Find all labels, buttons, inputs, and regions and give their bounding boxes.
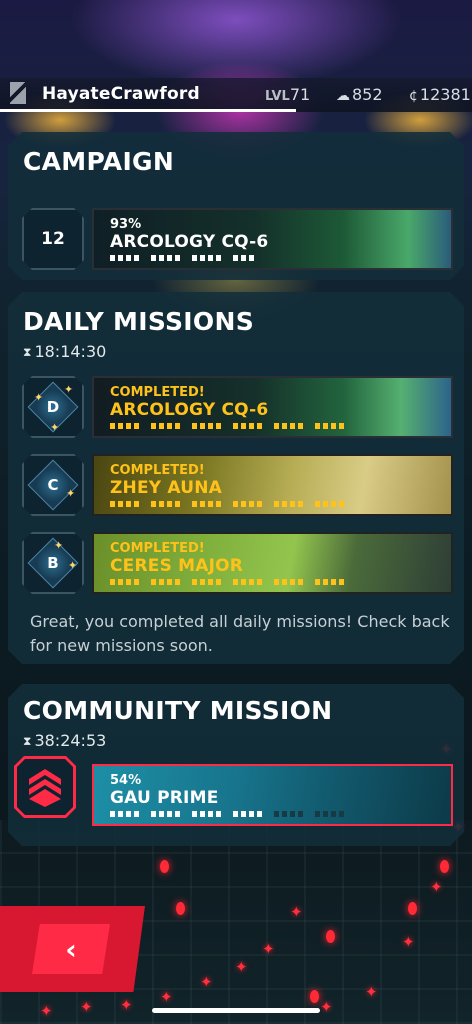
enemy-marker-icon: ✦: [290, 903, 303, 921]
chapter-number: 12: [41, 229, 65, 249]
enemy-marker-icon: ✦: [120, 996, 133, 1014]
chevron-left-icon: ‹: [65, 932, 77, 966]
mission-name: ZHEY AUNA: [110, 478, 223, 498]
daily-timer: ⧗ 18:14:30: [23, 342, 106, 361]
grade-letter: B: [47, 554, 59, 572]
community-badge-inner: [17, 759, 73, 815]
sparkle-icon: ✦: [50, 421, 60, 434]
mission-name: ARCOLOGY CQ-6: [110, 232, 269, 252]
grade-badge-d: D ✦ ✦ ✦: [22, 376, 84, 438]
community-mission-card[interactable]: 54% GAU PRIME: [92, 764, 453, 826]
rank-chevrons-icon: [17, 759, 73, 815]
enemy-dot-icon: [326, 930, 335, 943]
community-mission-panel: COMMUNITY MISSION ⧗ 38:24:53 54% GAU PRIM…: [8, 684, 464, 846]
campaign-title: CAMPAIGN: [23, 147, 175, 176]
mission-segment-bar: [110, 579, 344, 585]
community-timer-value: 38:24:53: [34, 731, 107, 750]
enemy-marker-icon: ✦: [320, 998, 333, 1016]
grade-badge-b: B ✦ ✦: [22, 532, 84, 594]
community-mission-badge: [14, 756, 76, 818]
enemy-marker-icon: ✦: [402, 933, 415, 951]
sparkle-icon: ✦: [66, 487, 76, 500]
back-button-face[interactable]: ‹: [32, 924, 110, 974]
credits-value: 12381: [419, 85, 471, 104]
level-value: 71: [289, 85, 311, 104]
enemy-dot-icon: [176, 902, 185, 915]
community-mission-title: COMMUNITY MISSION: [23, 696, 333, 725]
sparkle-icon: ✦: [64, 383, 74, 396]
mission-segment-bar: [110, 255, 254, 261]
mission-name: ARCOLOGY CQ-6: [110, 400, 269, 420]
community-timer: ⧗ 38:24:53: [23, 731, 106, 750]
resource-value: 852: [352, 85, 383, 104]
grade-letter: D: [46, 398, 60, 416]
enemy-dot-icon: [160, 860, 169, 873]
daily-mission-card[interactable]: COMPLETED! ARCOLOGY CQ-6: [92, 376, 453, 438]
daily-missions-panel: DAILY MISSIONS ⧗ 18:14:30 D ✦ ✦ ✦ COMPLET…: [8, 292, 464, 664]
campaign-chapter-badge: 12: [22, 208, 84, 270]
xp-progress-line: [0, 109, 296, 112]
level-label: LVL: [265, 89, 290, 104]
enemy-dot-icon: [440, 860, 449, 873]
player-username[interactable]: HayateCrawford: [42, 84, 200, 104]
credits-counter: ¢ 12381: [409, 85, 471, 104]
daily-mission-card[interactable]: COMPLETED! ZHEY AUNA: [92, 454, 453, 516]
rock-resource-icon: ☁: [336, 88, 350, 104]
enemy-marker-icon: ✦: [430, 878, 443, 896]
mission-status: COMPLETED!: [110, 541, 205, 556]
player-top-bar: HayateCrawford LVL71 ☁ 852 ¢ 12381: [0, 78, 472, 112]
enemy-dot-icon: [408, 902, 417, 915]
resource-counter: ☁ 852: [336, 85, 383, 104]
hourglass-icon: ⧗: [23, 345, 32, 359]
enemy-marker-icon: ✦: [40, 1002, 53, 1020]
campaign-mission-card[interactable]: 93% ARCOLOGY CQ-6: [92, 208, 453, 270]
mission-segment-bar: [110, 423, 344, 429]
daily-mission-card[interactable]: COMPLETED! CERES MAJOR: [92, 532, 453, 594]
enemy-marker-icon: ✦: [160, 988, 173, 1006]
sparkle-icon: ✦: [68, 559, 78, 572]
campaign-panel: CAMPAIGN 12 93% ARCOLOGY CQ-6: [8, 132, 464, 280]
mission-status: COMPLETED!: [110, 385, 205, 400]
mission-segment-bar: [110, 501, 344, 507]
grade-badge-c: C ✦: [22, 454, 84, 516]
mission-name: GAU PRIME: [110, 788, 219, 808]
enemy-marker-icon: ✦: [200, 973, 213, 991]
mission-status: COMPLETED!: [110, 463, 205, 478]
mission-progress: 54%: [110, 773, 142, 788]
hourglass-icon: ⧗: [23, 734, 32, 748]
grade-letter: C: [47, 476, 59, 494]
player-level: LVL71: [265, 85, 310, 104]
enemy-marker-icon: ✦: [365, 983, 378, 1001]
mission-progress: 93%: [110, 217, 142, 232]
enemy-marker-icon: ✦: [262, 940, 275, 958]
enemy-marker-icon: ✦: [80, 998, 93, 1016]
credit-currency-icon: ¢: [409, 88, 418, 104]
mission-name: CERES MAJOR: [110, 556, 244, 576]
back-button[interactable]: ‹: [0, 906, 145, 992]
slash-logo-icon: [10, 82, 26, 104]
enemy-dot-icon: [310, 990, 319, 1003]
enemy-marker-icon: ✦: [235, 958, 248, 976]
daily-missions-title: DAILY MISSIONS: [23, 307, 254, 336]
mission-segment-bar: [110, 811, 344, 817]
sparkle-icon: ✦: [34, 391, 44, 404]
daily-complete-message: Great, you completed all daily missions!…: [30, 612, 450, 655]
daily-timer-value: 18:14:30: [34, 342, 107, 361]
sparkle-icon: ✦: [54, 539, 64, 552]
home-indicator[interactable]: [152, 1008, 320, 1013]
